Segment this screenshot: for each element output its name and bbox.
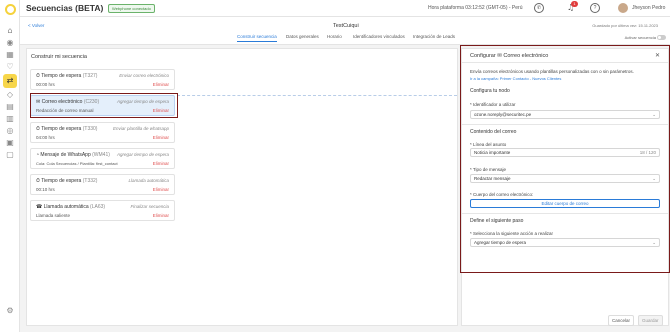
user-name[interactable]: Jheyson Pedro — [632, 5, 665, 11]
tabs: Construir secuencia Datos generales Hora… — [20, 34, 670, 45]
sequences-icon[interactable]: ⇄ — [5, 76, 15, 86]
sequence-name: TestCuiqui — [333, 23, 359, 29]
avatar[interactable] — [618, 3, 628, 13]
node-detail: 00:00 hrs — [36, 82, 55, 87]
node-action-link[interactable]: Agregar tiempo de espera — [117, 152, 169, 157]
document-icon[interactable]: ▤ — [5, 102, 15, 112]
back-button[interactable]: < Volver — [28, 23, 44, 28]
selected-node-outline — [30, 93, 178, 118]
delete-node-button[interactable]: Eliminar — [153, 187, 169, 192]
webphone-status-badge: Webphone conectado — [108, 4, 155, 13]
node-action-link[interactable]: Enviar plantilla de whatsapp — [113, 126, 169, 131]
sequence-builder: Construir mi secuencia ⏱ Tiempo de esper… — [26, 48, 458, 326]
left-sidebar: ⌂ ◉ ▦ ♡ ⇄ ◇ ▤ ▥ ◎ ▣ ▢ ⚙ — [0, 0, 20, 332]
config-panel-outline — [460, 45, 670, 273]
node-title: ⏱ Tiempo de espera (T330) — [36, 126, 98, 132]
sequence-node-card[interactable]: ⏱ Tiempo de espera (T330) 04:00 hrs Envi… — [30, 122, 175, 143]
help-icon[interactable]: ? — [590, 3, 600, 13]
sequence-node-card[interactable]: ⏱ Tiempo de espera (T332) 00:10 hrs Llam… — [30, 174, 175, 195]
builder-title: Construir mi secuencia — [31, 54, 87, 60]
home-icon[interactable]: ⌂ — [5, 26, 15, 36]
node-detail: 04:00 hrs — [36, 135, 55, 140]
tab-horario[interactable]: Horario — [327, 34, 342, 41]
top-bar: Secuencias (BETA) Webphone conectado Hor… — [20, 0, 670, 17]
settings-gear-icon[interactable]: ⚙ — [5, 306, 15, 316]
broadcast-icon[interactable]: ◎ — [5, 126, 15, 136]
notification-count-badge: 1 — [571, 1, 578, 7]
chat-icon[interactable]: ◇ — [5, 90, 15, 100]
node-title: ⏱ Tiempo de espera (T327) — [36, 73, 98, 79]
sequence-node-card[interactable]: ⏱ Tiempo de espera (T327) 00:00 hrs Envi… — [30, 69, 175, 90]
node-detail: Llamada saliente — [36, 213, 71, 218]
heart-icon[interactable]: ♡ — [5, 62, 15, 72]
node-title: ☎ Llamada automática (LA63) — [36, 204, 106, 210]
folder-icon[interactable]: ▢ — [5, 150, 15, 160]
node-detail: Cola: Cola Secuencias / Plantilla: first… — [36, 161, 118, 166]
last-saved-label: Guardado por última vez: 15.11.2023 — [592, 23, 658, 28]
node-action-link[interactable]: Enviar correo electrónico — [119, 73, 169, 78]
node-detail: 00:10 hrs — [36, 187, 55, 192]
connector-line — [177, 95, 457, 96]
tab-identificadores[interactable]: Identificadores vinculados — [353, 34, 405, 41]
image-icon[interactable]: ▣ — [5, 138, 15, 148]
phone-icon[interactable]: ✆ — [534, 3, 544, 13]
tab-datos-generales[interactable]: Datos generales — [286, 34, 319, 41]
calendar-icon[interactable]: ▦ — [5, 50, 15, 60]
delete-node-button[interactable]: Eliminar — [153, 161, 169, 166]
eye-icon[interactable]: ◉ — [5, 38, 15, 48]
node-action-link[interactable]: Finalizar secuencia — [130, 204, 169, 209]
sequence-node-card[interactable]: ☎ Llamada automática (LA63) Llamada sali… — [30, 200, 175, 221]
platform-time: Hora plataforma 03:12:52 (GMT-05) - Perú — [428, 5, 523, 11]
node-title: ⏱ Tiempo de espera (T332) — [36, 178, 98, 184]
node-title: ◔ Mensaje de WhatsApp (WM41) — [36, 152, 110, 158]
sequence-node-card[interactable]: ◔ Mensaje de WhatsApp (WM41) Cola: Cola … — [30, 148, 175, 169]
cancel-button[interactable]: Cancelar — [608, 315, 635, 326]
app-logo-icon[interactable] — [5, 4, 16, 15]
sequence-header: < Volver TestCuiqui Guardado por última … — [20, 17, 670, 45]
stats-icon[interactable]: ▥ — [5, 114, 15, 124]
save-button[interactable]: Guardar — [638, 315, 663, 326]
app-title: Secuencias (BETA) — [26, 3, 104, 13]
delete-node-button[interactable]: Eliminar — [153, 213, 169, 218]
tab-construir-secuencia[interactable]: Construir secuencia — [237, 34, 277, 42]
delete-node-button[interactable]: Eliminar — [153, 135, 169, 140]
node-action-link[interactable]: Llamada automática — [128, 178, 169, 183]
delete-node-button[interactable]: Eliminar — [153, 82, 169, 87]
tab-integracion-leads[interactable]: Integración de Leads — [413, 34, 455, 41]
